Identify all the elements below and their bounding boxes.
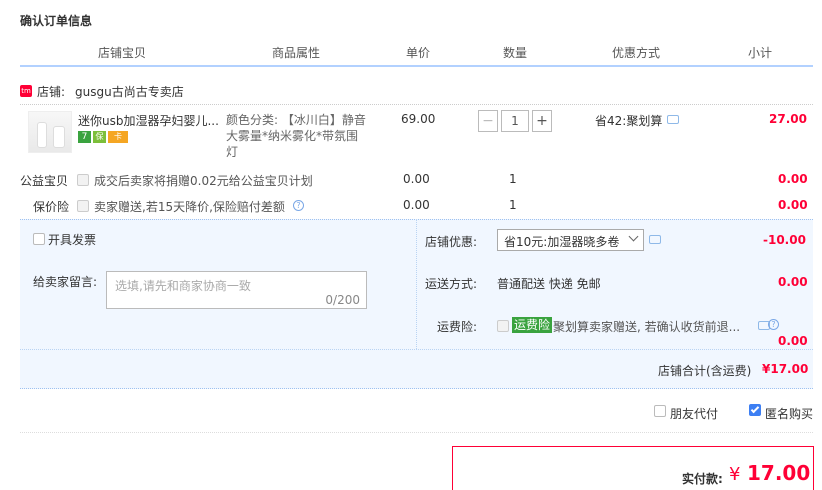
product-price: 69.00 — [401, 112, 436, 126]
shop-discount-amount: -10.00 — [763, 233, 806, 247]
charity-checkbox — [77, 174, 89, 186]
friend-pay-label: 朋友代付 — [670, 407, 719, 421]
shop-name-link[interactable]: gusgu古尚古专卖店 — [75, 83, 184, 100]
product-title-link[interactable]: 迷你usb加湿器孕妇婴儿... — [78, 112, 218, 129]
header-divider — [20, 65, 813, 67]
insurance-qty: 1 — [509, 198, 517, 212]
message-counter: 0/200 — [325, 293, 360, 307]
qty-input[interactable]: 1 — [501, 110, 529, 132]
col-header-subtotal: 小计 — [748, 46, 773, 60]
freight-ins-checkbox — [497, 320, 509, 332]
charity-label: 公益宝贝 — [20, 174, 69, 188]
payment-amount: 17.00 — [747, 461, 811, 485]
insurance-price: 0.00 — [403, 198, 430, 212]
total-divider — [20, 349, 813, 350]
help-icon[interactable]: ? — [768, 319, 779, 330]
freight-ins-tag: 运费险 — [512, 317, 553, 333]
invoice-checkbox[interactable] — [33, 233, 45, 245]
promo-text: 省42:聚划算 — [595, 114, 663, 128]
credit-card-icon[interactable]: 卡 — [108, 131, 128, 143]
product-subtotal: 27.00 — [769, 112, 807, 126]
freight-ins-label: 运费险: — [437, 320, 478, 334]
shop-divider — [20, 104, 813, 105]
friend-pay-checkbox[interactable] — [654, 405, 666, 417]
guarantee-icon[interactable]: 保 — [93, 131, 106, 143]
qty-decrease-button[interactable]: − — [478, 110, 498, 132]
shop-total-value: ¥17.00 — [762, 362, 809, 376]
col-header-qty: 数量 — [503, 46, 528, 60]
insurance-checkbox — [77, 200, 89, 212]
shipping-label: 运送方式: — [425, 277, 478, 291]
shop-total-label: 店铺合计(含运费) — [658, 364, 752, 378]
charity-price: 0.00 — [403, 172, 430, 186]
help-icon[interactable]: ? — [293, 200, 304, 211]
shipping-value: 普通配送 快递 免邮 — [497, 277, 601, 291]
col-header-item: 店铺宝贝 — [98, 46, 147, 60]
message-label: 给卖家留言: — [33, 275, 98, 289]
col-header-attr: 商品属性 — [272, 46, 321, 60]
charity-qty: 1 — [509, 172, 517, 186]
payment-summary-box: 实付款: ¥ 17.00 — [452, 446, 814, 490]
invoice-label: 开具发票 — [48, 233, 97, 247]
shop-discount-label: 店铺优惠: — [425, 235, 478, 249]
insurance-subtotal: 0.00 — [778, 198, 808, 212]
col-header-promo: 优惠方式 — [612, 46, 661, 60]
shop-discount-selected: 省10元:加湿器晓多卷 — [504, 235, 620, 249]
product-thumbnail[interactable] — [28, 111, 72, 153]
chevron-down-icon — [628, 231, 639, 242]
anonymous-label: 匿名购买 — [765, 407, 814, 421]
freight-ins-amount: 0.00 — [778, 334, 808, 348]
shop-discount-select[interactable]: 省10元:加湿器晓多卷 — [497, 229, 644, 251]
message-placeholder: 选填,请先和商家协商一致 — [115, 279, 251, 293]
chat-icon[interactable] — [649, 235, 661, 244]
tmall-icon: tm — [20, 85, 32, 97]
message-textarea[interactable]: 选填,请先和商家协商一致 0/200 — [106, 271, 367, 309]
charity-subtotal: 0.00 — [778, 172, 808, 186]
attr-line: 颜色分类: 【冰川白】静音 — [226, 113, 366, 127]
shipping-amount: 0.00 — [778, 275, 808, 289]
payment-label: 实付款: — [682, 472, 723, 486]
page-title: 确认订单信息 — [20, 14, 93, 28]
charity-text: 成交后卖家将捐赠0.02元给公益宝贝计划 — [94, 174, 313, 188]
qty-increase-button[interactable]: + — [532, 110, 552, 132]
insurance-text: 卖家赠送,若15天降价,保险赔付差额 — [94, 200, 285, 214]
col-header-price: 单价 — [406, 46, 431, 60]
anonymous-checkbox[interactable] — [749, 404, 761, 416]
attr-line: 灯 — [226, 145, 239, 159]
shop-label: 店铺: — [37, 85, 66, 99]
chat-icon[interactable] — [667, 115, 679, 124]
options-divider — [20, 432, 813, 433]
seven-day-return-icon[interactable]: 7 — [78, 131, 91, 143]
attr-line: 大雾量*纳米雾化*带氛围 — [226, 129, 359, 143]
freight-ins-text: 聚划算卖家赠送, 若确认收货前退... — [553, 320, 741, 334]
payment-currency: ¥ — [729, 464, 741, 485]
insurance-label: 保价险 — [33, 200, 70, 214]
product-attributes: 颜色分类: 【冰川白】静音 大雾量*纳米雾化*带氛围 灯 — [226, 112, 366, 160]
